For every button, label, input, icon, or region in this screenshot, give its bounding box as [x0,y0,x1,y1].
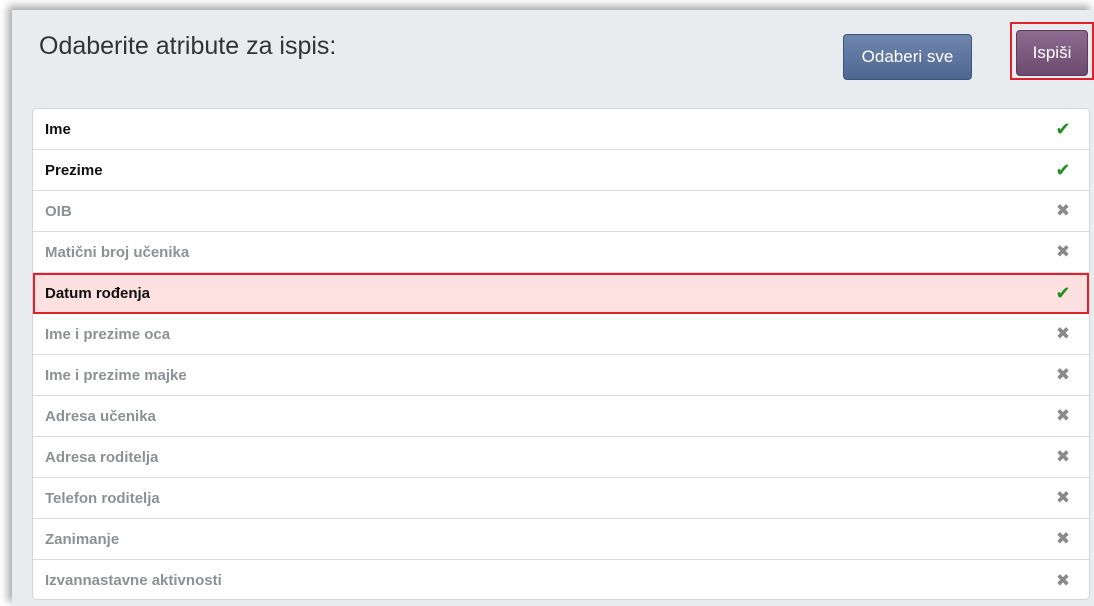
attribute-row[interactable]: Prezime ✔ [33,150,1089,191]
attribute-row[interactable]: Izvannastavne aktivnosti ✖ [33,560,1089,599]
check-icon[interactable]: ✔ [1043,160,1083,181]
attribute-panel: Odaberite atribute za ispis: Odaberi sve… [12,10,1094,606]
page-title: Odaberite atribute za ispis: [39,32,337,60]
attribute-label: Ime i prezime majke [45,366,187,384]
attribute-row[interactable]: Datum rođenja ✔ [33,273,1089,314]
cross-icon[interactable]: ✖ [1043,488,1083,508]
attribute-row[interactable]: Telefon roditelja ✖ [33,478,1089,519]
attribute-row[interactable]: OIB ✖ [33,191,1089,232]
cross-icon[interactable]: ✖ [1043,242,1083,262]
cross-icon[interactable]: ✖ [1043,324,1083,344]
attribute-row[interactable]: Ime ✔ [33,109,1089,150]
cross-icon[interactable]: ✖ [1043,571,1083,591]
attribute-row[interactable]: Adresa učenika ✖ [33,396,1089,437]
check-icon[interactable]: ✔ [1043,119,1083,140]
attribute-row[interactable]: Ime i prezime oca ✖ [33,314,1089,355]
attribute-row[interactable]: Zanimanje ✖ [33,519,1089,560]
cross-icon[interactable]: ✖ [1043,447,1083,467]
cross-icon[interactable]: ✖ [1043,201,1083,221]
cross-icon[interactable]: ✖ [1043,406,1083,426]
attribute-row[interactable]: Ime i prezime majke ✖ [33,355,1089,396]
attribute-label: Matični broj učenika [45,243,190,261]
attribute-row[interactable]: Adresa roditelja ✖ [33,437,1089,478]
attribute-label: Ime i prezime oca [45,325,171,343]
print-button[interactable]: Ispiši [1016,30,1088,76]
attribute-label: Adresa roditelja [45,448,159,466]
attribute-label: OIB [45,202,72,220]
attribute-label: Zanimanje [45,530,120,548]
check-icon[interactable]: ✔ [1043,283,1083,304]
attribute-label: Telefon roditelja [45,489,160,507]
cross-icon[interactable]: ✖ [1043,365,1083,385]
attribute-label: Datum rođenja [45,284,151,302]
attribute-label: Adresa učenika [45,407,156,425]
attribute-label: Prezime [45,161,103,179]
attribute-label: Ime [45,120,71,138]
select-all-button[interactable]: Odaberi sve [843,34,972,80]
attribute-label: Izvannastavne aktivnosti [45,572,222,589]
attribute-list: Ime ✔ Prezime ✔ OIB ✖ Matični broj učenika ✖ Dat… [32,108,1090,600]
attribute-row[interactable]: Matični broj učenika ✖ [33,232,1089,273]
cross-icon[interactable]: ✖ [1043,529,1083,549]
